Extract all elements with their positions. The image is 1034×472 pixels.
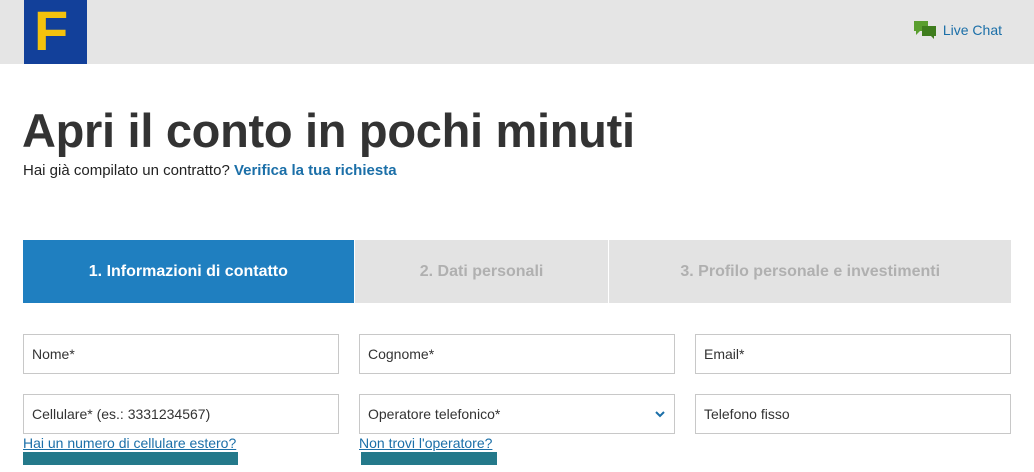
highlight-bar — [361, 452, 497, 465]
subtitle-text: Hai già compilato un contratto? — [23, 162, 234, 179]
step-contact-info[interactable]: 1. Informazioni di contatto — [23, 240, 354, 303]
page-title: Apri il conto in pochi minuti — [22, 104, 635, 157]
step-personal-data[interactable]: 2. Dati personali — [354, 240, 609, 303]
cellulare-field[interactable]: Cellulare* (es.: 3331234567) — [23, 394, 339, 434]
email-field[interactable]: Email* — [695, 334, 1011, 374]
verify-request-link[interactable]: Verifica la tua richiesta — [234, 162, 397, 179]
step-profile-investments[interactable]: 3. Profilo personale e investimenti — [609, 240, 1012, 303]
live-chat-button[interactable]: Live Chat — [913, 20, 1002, 40]
chevron-down-icon — [655, 411, 665, 418]
highlight-bar — [23, 452, 238, 465]
logo-letter: F — [34, 0, 69, 62]
page-subtitle: Hai già compilato un contratto? Verifica… — [23, 162, 397, 179]
operator-not-found-link[interactable]: Non trovi l'operatore? — [359, 435, 492, 451]
chat-bubbles-icon — [913, 21, 936, 39]
foreign-number-link[interactable]: Hai un numero di cellulare estero? — [23, 435, 236, 451]
brand-logo[interactable]: F — [24, 0, 87, 64]
step-tabs: 1. Informazioni di contatto 2. Dati pers… — [23, 240, 1012, 303]
operatore-selected-value: Operatore telefonico* — [368, 406, 501, 422]
telefono-fisso-field[interactable]: Telefono fisso — [695, 394, 1011, 434]
cognome-field[interactable]: Cognome* — [359, 334, 675, 374]
nome-field[interactable]: Nome* — [23, 334, 339, 374]
top-bar: F Live Chat — [0, 0, 1034, 64]
operatore-select[interactable]: Operatore telefonico* — [359, 394, 675, 434]
live-chat-label: Live Chat — [942, 22, 1002, 38]
